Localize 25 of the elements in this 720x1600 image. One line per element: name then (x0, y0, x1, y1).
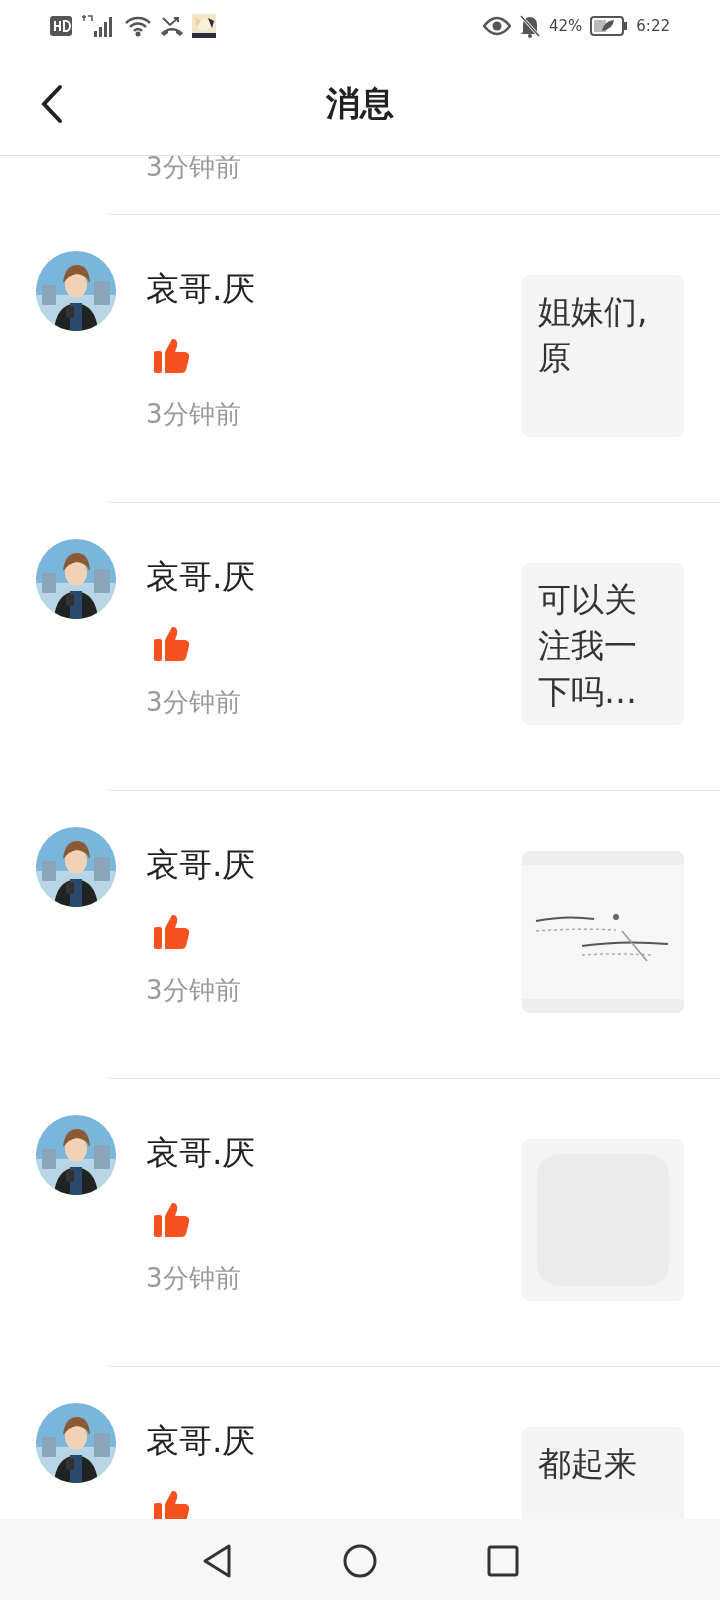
missed-call-icon (160, 15, 184, 37)
page-title: 消息 (326, 82, 394, 125)
wifi-icon (124, 15, 152, 37)
user-name[interactable]: 哀哥.厌 (146, 845, 522, 885)
battery-icon (590, 16, 629, 36)
home-nav-icon[interactable] (343, 1543, 377, 1578)
post-preview[interactable]: 姐妹们,原 (522, 275, 684, 437)
user-name[interactable]: 哀哥.厌 (146, 269, 522, 309)
user-name[interactable]: 哀哥.厌 (146, 1133, 522, 1173)
hd-icon (50, 16, 72, 36)
timestamp: 3分钟前 (146, 973, 242, 1007)
back-icon[interactable] (40, 84, 64, 124)
timestamp: 3分钟前 (146, 1261, 242, 1295)
clock-time: 6:22 (636, 15, 670, 37)
post-preview[interactable]: 都起来 (522, 1427, 684, 1519)
post-preview[interactable]: 可以关注我一下吗… (522, 563, 684, 725)
timestamp: 3分钟前 (146, 397, 242, 431)
user-name[interactable]: 哀哥.厌 (146, 1421, 522, 1461)
muted-bell-icon (518, 14, 541, 38)
user-name[interactable]: 哀哥.厌 (146, 557, 522, 597)
timestamp: 3分钟前 (146, 685, 242, 719)
eye-icon (482, 16, 511, 36)
back-nav-icon[interactable] (201, 1542, 233, 1579)
battery-percent: 42% (548, 15, 583, 37)
recents-nav-icon[interactable] (487, 1544, 519, 1577)
